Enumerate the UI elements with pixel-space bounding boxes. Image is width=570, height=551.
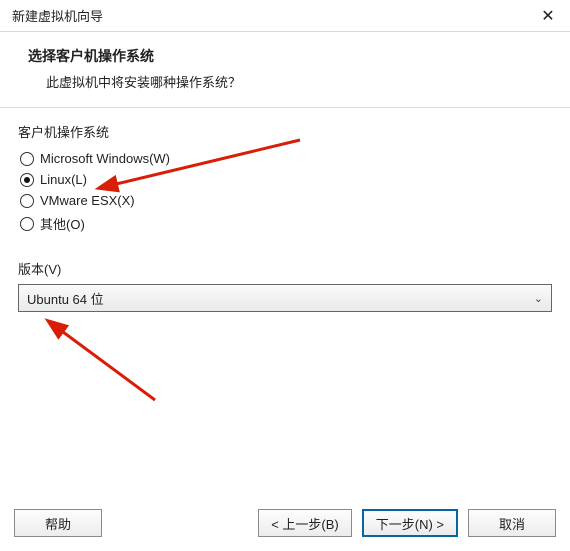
radio-vmware-esx-label: VMware ESX(X) — [40, 193, 135, 208]
version-label: 版本(V) — [18, 259, 552, 278]
content-area: 客户机操作系统 Microsoft Windows(W) Linux(L) VM… — [0, 122, 570, 312]
window-title: 新建虚拟机向导 — [12, 6, 103, 25]
header-subtitle: 此虚拟机中将安装哪种操作系统？ — [46, 72, 550, 91]
help-button[interactable]: 帮助 — [14, 509, 102, 537]
radio-vmware-esx-circle — [20, 194, 34, 208]
radio-linux-circle — [20, 173, 34, 187]
version-selected: Ubuntu 64 位 — [27, 289, 104, 308]
version-select[interactable]: Ubuntu 64 位 ⌄ — [18, 284, 552, 312]
radio-vmware-esx[interactable]: VMware ESX(X) — [20, 193, 552, 208]
os-group-label: 客户机操作系统 — [18, 122, 552, 141]
radio-other-circle — [20, 217, 34, 231]
next-button-label: 下一步(N) > — [376, 514, 444, 533]
back-button-label: < 上一步(B) — [271, 514, 339, 533]
next-button[interactable]: 下一步(N) > — [362, 509, 458, 537]
header-title: 选择客户机操作系统 — [28, 46, 550, 66]
cancel-button[interactable]: 取消 — [468, 509, 556, 537]
chevron-down-icon: ⌄ — [534, 292, 543, 305]
footer-buttons: 帮助 < 上一步(B) 下一步(N) > 取消 — [0, 509, 570, 537]
radio-other-label: 其他(O) — [40, 214, 85, 233]
radio-windows-circle — [20, 152, 34, 166]
back-button[interactable]: < 上一步(B) — [258, 509, 352, 537]
titlebar: 新建虚拟机向导 ✕ — [0, 0, 570, 32]
help-button-label: 帮助 — [45, 514, 71, 533]
radio-linux-label: Linux(L) — [40, 172, 87, 187]
radio-other[interactable]: 其他(O) — [20, 214, 552, 233]
radio-linux[interactable]: Linux(L) — [20, 172, 552, 187]
radio-windows[interactable]: Microsoft Windows(W) — [20, 151, 552, 166]
close-icon[interactable]: ✕ — [534, 6, 562, 26]
cancel-button-label: 取消 — [499, 514, 525, 533]
radio-windows-label: Microsoft Windows(W) — [40, 151, 170, 166]
separator — [0, 107, 570, 108]
wizard-header: 选择客户机操作系统 此虚拟机中将安装哪种操作系统？ — [0, 32, 570, 99]
